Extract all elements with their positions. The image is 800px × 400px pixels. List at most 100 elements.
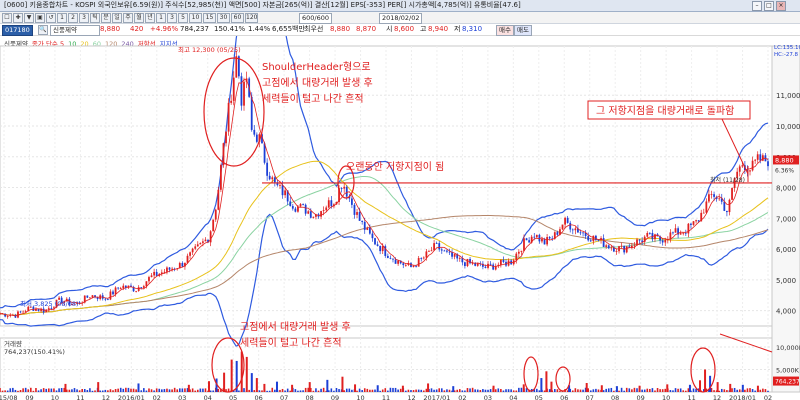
candle-body xyxy=(448,251,451,253)
volume-bar xyxy=(482,389,484,392)
toolbar-item-12[interactable]: 월 xyxy=(134,13,144,23)
toolbar-item-20[interactable]: 60 xyxy=(231,13,244,23)
candle-body xyxy=(502,259,505,262)
x-tick: 07 xyxy=(280,394,288,400)
toolbar-item-11[interactable]: 주 xyxy=(123,13,133,23)
minimize-icon[interactable]: – xyxy=(752,1,762,11)
volume-bar xyxy=(636,388,638,392)
candle-body xyxy=(235,56,238,78)
sell-button[interactable]: 매도 xyxy=(514,25,532,36)
candle-body xyxy=(433,243,435,251)
volume-bar xyxy=(489,389,492,392)
volume-bar xyxy=(625,387,628,392)
candle-body xyxy=(343,186,346,189)
candle-body xyxy=(582,232,584,234)
candle-body xyxy=(279,184,281,186)
quote-bar: 017180 🔍 신풍제약 8,880 420 +4.96% 784,237 150.4… xyxy=(0,24,800,36)
volume-bar xyxy=(376,385,379,392)
candle-body xyxy=(492,264,495,270)
candle-body xyxy=(466,258,469,267)
toolbar-item-4[interactable]: ↺ xyxy=(46,13,56,23)
volume-bar xyxy=(171,389,173,392)
stock-code-input[interactable]: 017180 xyxy=(2,25,33,36)
candle-body xyxy=(325,207,328,211)
interval-field[interactable]: 600/600 xyxy=(299,13,333,24)
toolbar-item-8[interactable]: 틱 xyxy=(90,13,100,23)
volume-bar xyxy=(354,384,357,392)
volume-bar xyxy=(379,390,381,392)
search-icon[interactable]: 🔍 xyxy=(38,25,48,35)
candle-body xyxy=(718,198,721,200)
quote-v1: 8,880 xyxy=(330,25,351,33)
volume-bar xyxy=(230,359,233,392)
date-field[interactable]: 2018/02/02 xyxy=(379,13,423,24)
volume-bar xyxy=(358,388,361,392)
candle-body xyxy=(520,250,523,252)
volume-bar xyxy=(60,388,63,392)
toolbar-item-17[interactable]: 10 xyxy=(189,13,202,23)
toolbar-item-15[interactable]: 3 xyxy=(167,13,177,23)
toolbar-item-6[interactable]: 2 xyxy=(68,13,78,23)
candle-body xyxy=(397,260,400,264)
toolbar-item-21[interactable]: 120 xyxy=(245,13,258,23)
volume-bar xyxy=(181,388,184,392)
candle-body xyxy=(363,221,366,230)
candle-body xyxy=(19,311,22,313)
volume-bar xyxy=(674,388,677,392)
candle-body xyxy=(330,200,333,207)
candle-body xyxy=(371,233,374,239)
toolbar-item-19[interactable]: 30 xyxy=(217,13,230,23)
volume-bar xyxy=(366,388,369,392)
volume-bar xyxy=(275,381,278,392)
toolbar-item-10[interactable]: 일 xyxy=(112,13,122,23)
volume-bar xyxy=(4,390,6,392)
stock-name-field[interactable]: 신풍제약 xyxy=(50,25,100,36)
buy-button[interactable]: 매수 xyxy=(496,25,514,36)
candle-body xyxy=(312,216,315,218)
candle-body xyxy=(117,287,120,289)
toolbar-item-5[interactable]: 1 xyxy=(57,13,67,23)
toolbar-item-3[interactable]: ▣ xyxy=(35,13,45,23)
toolbar-item-0[interactable]: ☐ xyxy=(2,13,12,23)
volume-bar xyxy=(494,389,497,392)
volume-annotation-text: 고점에서 대량거래 발생 후 xyxy=(240,321,351,333)
toolbar-item-14[interactable]: 1 xyxy=(156,13,166,23)
volume-bar xyxy=(574,388,577,392)
candle-body xyxy=(425,251,428,258)
close-icon[interactable]: × xyxy=(776,1,786,11)
toolbar-item-9[interactable]: 분 xyxy=(101,13,111,23)
volume-bar xyxy=(484,389,487,392)
volume-bar xyxy=(261,390,263,392)
candle-body xyxy=(587,236,590,241)
volume-bar xyxy=(304,387,307,392)
volume-bar xyxy=(271,387,274,392)
volume-bar xyxy=(605,388,607,392)
candle-body xyxy=(476,263,479,266)
volume-bar xyxy=(101,390,104,392)
volume-bar xyxy=(754,390,756,392)
volume-bar xyxy=(302,390,304,392)
price-y-tick: 5,000 xyxy=(776,277,796,285)
candle-body xyxy=(443,250,446,252)
volume-bar xyxy=(688,384,691,392)
volume-bar xyxy=(163,389,166,392)
toolbar-item-1[interactable]: ✚ xyxy=(13,13,23,23)
toolbar-item-16[interactable]: 5 xyxy=(178,13,188,23)
volume-bar xyxy=(338,389,340,392)
maximize-icon[interactable]: □ xyxy=(764,1,774,11)
toolbar-item-2[interactable]: ▼ xyxy=(24,13,34,23)
candle-body xyxy=(589,240,592,242)
candle-body xyxy=(166,267,168,272)
volume-bar xyxy=(607,388,610,392)
volume-bar xyxy=(22,388,24,392)
quote-change-pct: +4.96% xyxy=(150,25,179,33)
volume-bar xyxy=(656,388,659,392)
candle-body xyxy=(633,245,636,247)
volume-bar xyxy=(692,388,695,392)
toolbar-item-7[interactable]: 3 xyxy=(79,13,89,23)
toolbar-item-13[interactable]: 년 xyxy=(145,13,155,23)
volume-bar xyxy=(27,389,30,392)
candle-body xyxy=(646,232,649,237)
annotation-text: 오랜동안 저항지점이 됨 xyxy=(346,161,444,173)
toolbar-item-18[interactable]: 15 xyxy=(203,13,216,23)
